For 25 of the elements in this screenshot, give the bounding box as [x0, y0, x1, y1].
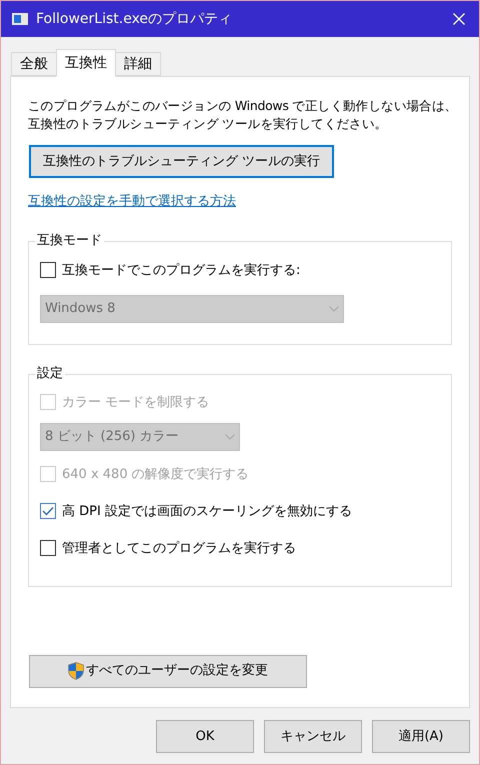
dialog-button[interactable]: OK	[156, 720, 254, 753]
checkbox-label: 高 DPI 設定では画面のスケーリングを無効にする	[62, 502, 352, 520]
shield-icon	[68, 662, 84, 680]
checkmark-icon	[42, 506, 54, 516]
dialog-button[interactable]: 適用(A)	[372, 720, 470, 753]
checkbox-label: 640 x 480 の解像度で実行する	[62, 466, 249, 484]
dialog-button[interactable]: キャンセル	[264, 720, 362, 753]
tab[interactable]: 全般	[11, 52, 57, 76]
checkbox[interactable]	[40, 262, 56, 278]
help-link[interactable]: 互換性の設定を手動で選択する方法	[28, 192, 236, 212]
troubleshoot-button[interactable]: 互換性のトラブルシューティング ツールの実行	[29, 145, 334, 178]
checkbox-label: カラー モードを制限する	[62, 394, 210, 412]
checkbox[interactable]	[40, 540, 56, 556]
checkbox[interactable]	[40, 503, 56, 520]
window-title: FollowerList.exeのプロパティ	[36, 10, 232, 28]
chevron-down-icon	[225, 434, 235, 440]
chevron-down-icon	[329, 306, 339, 312]
checkbox-label: 管理者としてこのプログラムを実行する	[62, 540, 296, 558]
intro-text: このプログラムがこのバージョンの Windows で正しく動作しない場合は、互換性のトラブルシューティング ツールを実行してください。	[28, 97, 458, 133]
close-icon[interactable]	[453, 13, 465, 25]
tab[interactable]: 互換性	[56, 49, 116, 77]
checkbox-label: 互換モードでこのプログラムを実行する:	[62, 262, 300, 280]
change-all-users-button[interactable]: すべてのユーザーの設定を変更	[29, 654, 307, 688]
window-icon	[12, 13, 28, 25]
tab[interactable]: 詳細	[115, 52, 161, 76]
